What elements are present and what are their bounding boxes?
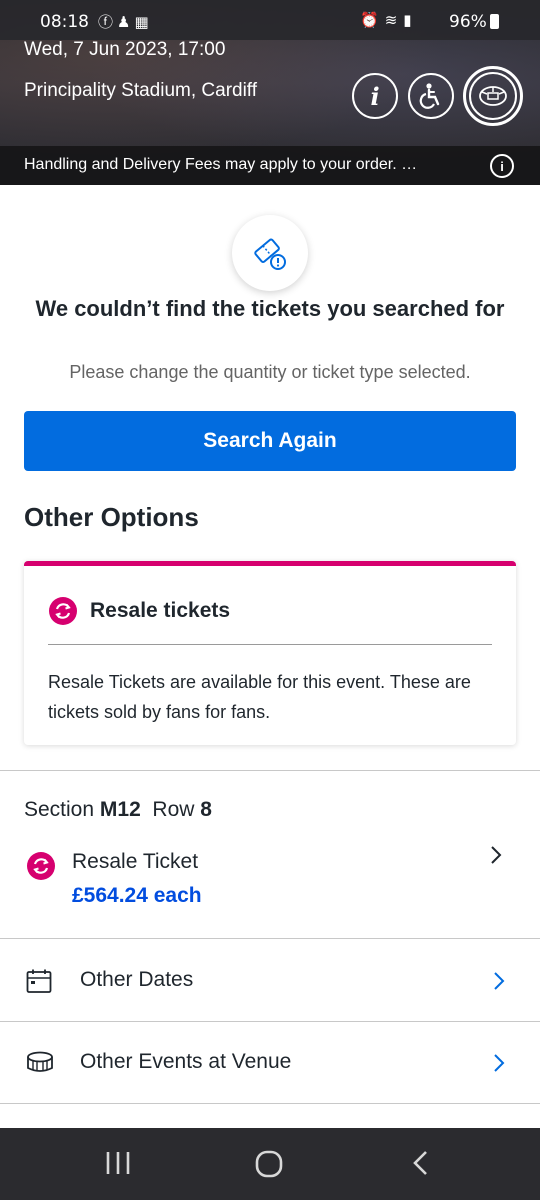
recent-apps-button[interactable] — [104, 1148, 132, 1183]
resale-tickets-card: Resale tickets Resale Tickets are availa… — [24, 561, 516, 745]
other-events-row[interactable]: Other Events at Venue — [0, 1022, 540, 1104]
signal-icon: ▮ — [403, 11, 418, 29]
chevron-right-icon — [493, 971, 505, 996]
divider — [0, 938, 540, 939]
facebook-icon: ⓕ — [98, 13, 118, 31]
resale-card-divider — [48, 644, 492, 645]
status-left-icons: ⓕ♟▦ — [98, 11, 153, 32]
row-value: 8 — [200, 798, 212, 821]
status-bar: 08:18 ⓕ♟▦ ⏰≋▮ 96% — [0, 0, 540, 40]
seat-map-icon — [479, 86, 507, 106]
divider — [0, 770, 540, 771]
fees-info-icon[interactable]: i — [490, 154, 514, 178]
other-options-heading: Other Options — [24, 502, 199, 532]
notification-icon: ♟ — [117, 13, 135, 31]
system-navigation-bar — [0, 1128, 540, 1200]
status-time: 08:18 — [40, 12, 89, 32]
other-dates-label: Other Dates — [80, 968, 194, 991]
alarm-icon: ⏰ — [360, 11, 385, 29]
chevron-right-icon — [493, 1053, 505, 1078]
ticket-warning-icon — [232, 215, 308, 291]
empty-state-title: We couldn’t find the tickets you searche… — [35, 296, 505, 321]
home-button[interactable] — [253, 1148, 285, 1185]
gallery-icon: ▦ — [134, 13, 153, 31]
resale-icon — [48, 596, 78, 631]
resale-card-description: Resale Tickets are available for this ev… — [48, 672, 471, 722]
other-events-label: Other Events at Venue — [80, 1050, 292, 1073]
battery-icon — [490, 14, 499, 29]
section-label: Section — [24, 798, 95, 821]
accessibility-icon — [419, 83, 440, 109]
event-header: 08:18 ⓕ♟▦ ⏰≋▮ 96% Wed, 7 Jun 2023, 17:00… — [0, 0, 540, 185]
section-value: M12 — [99, 798, 141, 821]
event-venue: Principality Stadium, Cardiff — [24, 80, 258, 101]
resale-card-title: Resale tickets — [90, 599, 231, 622]
wifi-icon: ≋ — [384, 11, 404, 29]
status-right-icons: ⏰≋▮ — [360, 11, 418, 29]
row-label: Row — [152, 798, 195, 821]
info-icon: i — [370, 81, 380, 111]
resale-icon — [26, 851, 56, 886]
accessibility-button[interactable] — [408, 73, 454, 119]
seat-map-button[interactable] — [463, 66, 523, 126]
fees-notice-bar[interactable]: Handling and Delivery Fees may apply to … — [0, 146, 540, 185]
back-button[interactable] — [408, 1148, 432, 1183]
listing-seat-info: Section M12 Row 8 — [24, 798, 212, 822]
empty-state-subtitle: Please change the quantity or ticket typ… — [69, 362, 471, 382]
event-date: Wed, 7 Jun 2023, 17:00 — [24, 39, 226, 60]
calendar-icon — [26, 968, 52, 999]
other-dates-row[interactable]: Other Dates — [0, 940, 540, 1022]
stadium-icon — [26, 1050, 54, 1081]
listing-ticket-type: Resale Ticket — [72, 850, 199, 873]
battery-percent: 96% — [449, 12, 487, 32]
event-info-button[interactable]: i — [352, 73, 398, 119]
divider — [0, 1103, 540, 1104]
fees-notice-text: Handling and Delivery Fees may apply to … — [24, 156, 418, 173]
listing-price: £564.24 each — [72, 884, 202, 907]
search-again-button[interactable]: Search Again — [24, 411, 516, 471]
chevron-right-icon[interactable] — [489, 844, 503, 871]
